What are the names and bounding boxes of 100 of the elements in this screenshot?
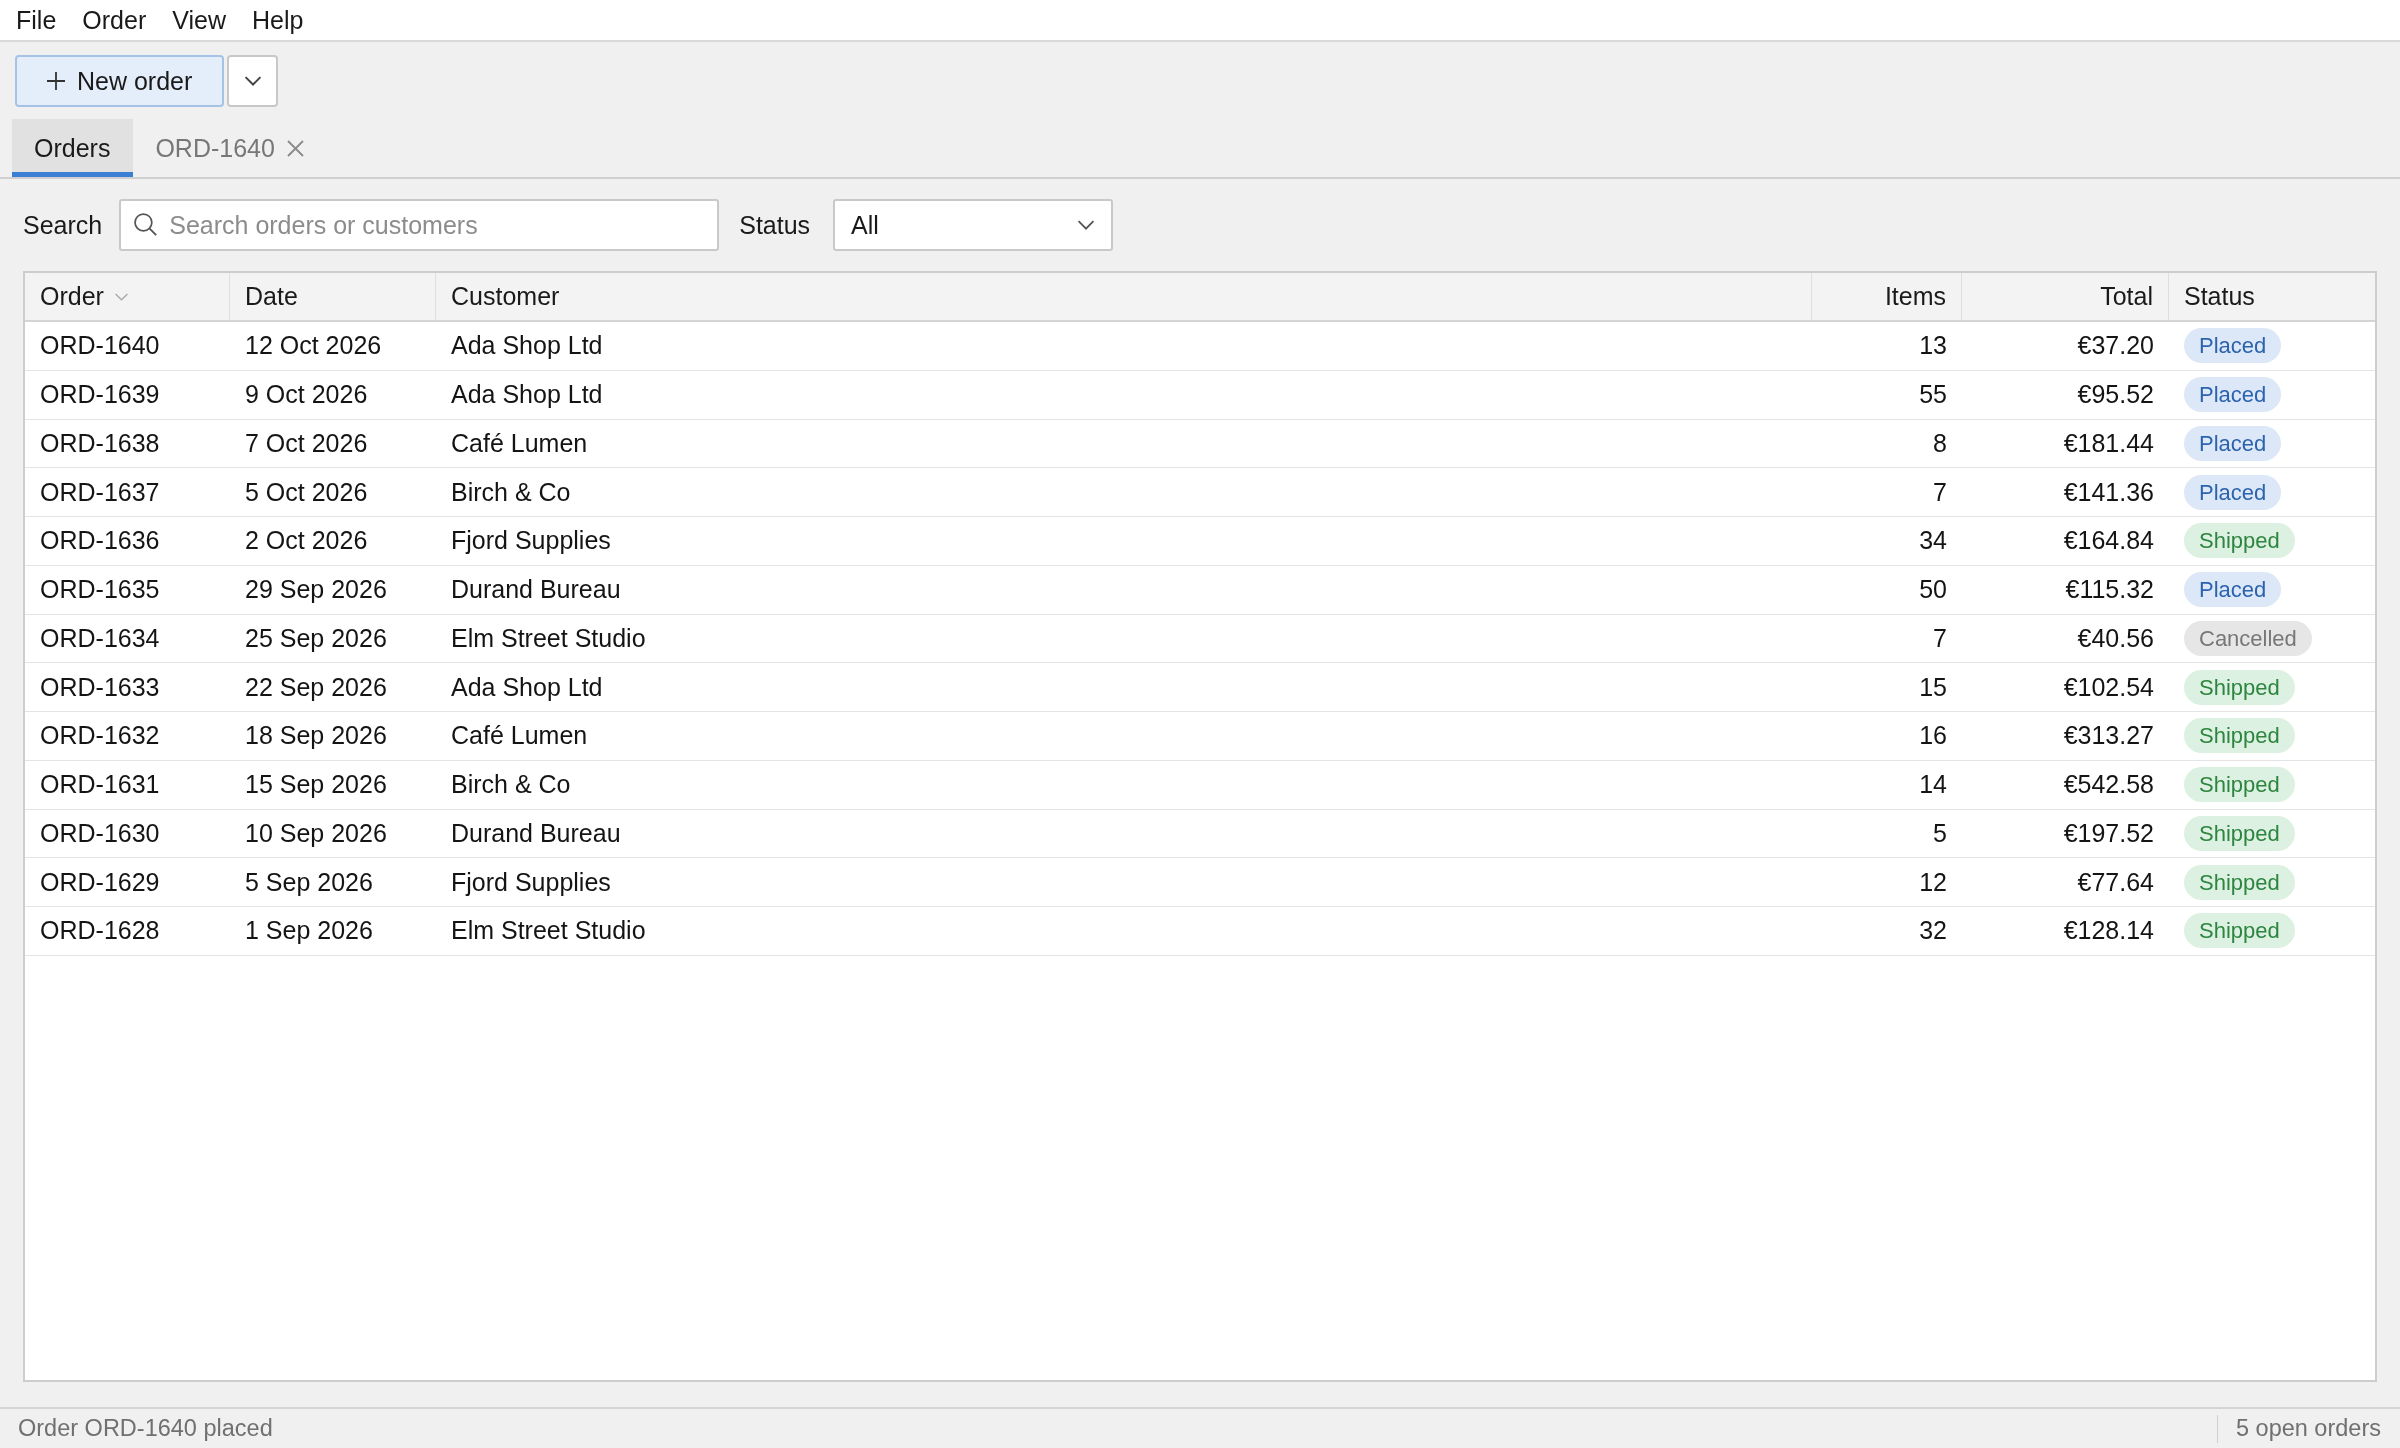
table-cell-text: ORD-1629 bbox=[39, 866, 161, 898]
open-orders-count: 5 open orders bbox=[2235, 1415, 2381, 1442]
column-header[interactable]: Customer bbox=[436, 273, 1812, 320]
table-cell-text: €77.64 bbox=[2076, 866, 2155, 898]
table-cell-text: 15 Sep 2026 bbox=[244, 769, 388, 801]
status-badge: Shipped bbox=[2184, 669, 2295, 705]
plus-icon bbox=[47, 72, 65, 90]
table-cell-text: ORD-1633 bbox=[39, 671, 161, 703]
table-cell-text: ORD-1630 bbox=[39, 817, 161, 849]
status-badge: Shipped bbox=[2184, 523, 2295, 559]
table-cell-text: €95.52 bbox=[2076, 379, 2155, 411]
table-cell-text: 16 bbox=[1918, 720, 1948, 752]
table-cell-text: €141.36 bbox=[2062, 476, 2155, 508]
table-cell-text: ORD-1632 bbox=[39, 720, 161, 752]
table-cell-text: €102.54 bbox=[2062, 671, 2155, 703]
menu-item[interactable]: Help bbox=[238, 3, 317, 37]
column-header[interactable]: Status bbox=[2169, 273, 2375, 320]
table-cell-text: ORD-1628 bbox=[39, 915, 161, 947]
table-cell-text: 2 Oct 2026 bbox=[244, 525, 369, 557]
table-cell-text: Durand Bureau bbox=[450, 574, 622, 606]
table-cell-text: Fjord Supplies bbox=[450, 866, 612, 898]
table-cell-text: €313.27 bbox=[2062, 720, 2155, 752]
table-cell-text: €181.44 bbox=[2062, 427, 2155, 459]
status-badge: Placed bbox=[2184, 377, 2282, 413]
table-cell-text: 7 bbox=[1932, 476, 1948, 508]
chevron-down-icon bbox=[243, 76, 262, 86]
table-cell-text: €40.56 bbox=[2076, 622, 2155, 654]
menu-item[interactable]: View bbox=[159, 3, 239, 37]
table-cell-text: Fjord Supplies bbox=[450, 525, 612, 557]
table-cell-text: 12 bbox=[1918, 866, 1948, 898]
table-cell-text: 29 Sep 2026 bbox=[244, 574, 388, 606]
status-badge: Placed bbox=[2184, 425, 2282, 461]
table-cell-text: Ada Shop Ltd bbox=[450, 671, 604, 703]
table-cell-text: 50 bbox=[1918, 574, 1948, 606]
tab[interactable]: Orders bbox=[12, 119, 134, 177]
table-cell-text: €37.20 bbox=[2076, 330, 2155, 362]
table-cell-text: Elm Street Studio bbox=[450, 915, 647, 947]
table-cell-text: Café Lumen bbox=[450, 720, 589, 752]
search-field[interactable]: Search orders or customers bbox=[119, 199, 720, 251]
table-cell-text: ORD-1640 bbox=[39, 330, 161, 362]
dropdown-button[interactable] bbox=[227, 55, 279, 107]
table-cell-text: 10 Sep 2026 bbox=[244, 817, 388, 849]
table-cell-text: Birch & Co bbox=[450, 769, 572, 801]
column-header[interactable]: Total bbox=[1962, 273, 2169, 320]
table-cell-text: 25 Sep 2026 bbox=[244, 622, 388, 654]
table-cell-text: ORD-1639 bbox=[39, 379, 161, 411]
table-cell-text: 15 bbox=[1918, 671, 1948, 703]
menu-item[interactable]: Order bbox=[69, 3, 160, 37]
table-cell-text: Durand Bureau bbox=[450, 817, 622, 849]
table-cell-text: 32 bbox=[1918, 915, 1948, 947]
table-cell-text: ORD-1636 bbox=[39, 525, 161, 557]
table-cell-text: ORD-1634 bbox=[39, 622, 161, 654]
table-cell-text: ORD-1631 bbox=[39, 769, 161, 801]
table-cell-text: Birch & Co bbox=[450, 476, 572, 508]
table-cell-text: ORD-1638 bbox=[39, 427, 161, 459]
table-cell-text: 5 Sep 2026 bbox=[244, 866, 374, 898]
table-cell-text: €115.32 bbox=[2064, 574, 2155, 606]
table-cell-text: €128.14 bbox=[2062, 915, 2155, 947]
search-icon bbox=[134, 213, 158, 236]
table-cell-text: 18 Sep 2026 bbox=[244, 720, 388, 752]
close-icon[interactable] bbox=[286, 139, 304, 157]
table-cell-text: €542.58 bbox=[2062, 769, 2155, 801]
table-cell-text: 5 bbox=[1932, 817, 1948, 849]
table-cell-text: ORD-1635 bbox=[39, 574, 161, 606]
table-cell-text: Ada Shop Ltd bbox=[450, 330, 604, 362]
status-label: Status bbox=[739, 210, 811, 240]
status-badge: Placed bbox=[2184, 572, 2282, 608]
table-cell-text: 5 Oct 2026 bbox=[244, 476, 369, 508]
status-badge: Shipped bbox=[2184, 864, 2295, 900]
menu-item[interactable]: File bbox=[3, 3, 70, 37]
table-cell-text: 8 bbox=[1932, 427, 1948, 459]
status-badge: Shipped bbox=[2184, 718, 2295, 754]
search-label: Search bbox=[23, 210, 103, 240]
new-order-button[interactable]: New order bbox=[15, 55, 225, 107]
status-badge: Shipped bbox=[2184, 913, 2295, 949]
table-cell-text: 7 bbox=[1932, 622, 1948, 654]
column-header[interactable]: Items bbox=[1812, 273, 1962, 320]
table-cell-text: Elm Street Studio bbox=[450, 622, 647, 654]
table-cell-text: 9 Oct 2026 bbox=[244, 379, 369, 411]
table-cell-text: €197.52 bbox=[2062, 817, 2155, 849]
table-cell-text: Ada Shop Ltd bbox=[450, 379, 604, 411]
status-badge: Placed bbox=[2184, 328, 2282, 364]
tab[interactable]: ORD-1640 bbox=[133, 119, 327, 177]
status-badge: Placed bbox=[2184, 474, 2282, 510]
table-cell-text: 22 Sep 2026 bbox=[244, 671, 388, 703]
table-cell-text: 14 bbox=[1918, 769, 1948, 801]
status-badge: Shipped bbox=[2184, 767, 2295, 803]
table-cell-text: 34 bbox=[1918, 525, 1948, 557]
status-select[interactable]: All bbox=[833, 199, 1114, 251]
column-header[interactable]: Order bbox=[25, 273, 230, 320]
table-cell-text: Café Lumen bbox=[450, 427, 589, 459]
table-cell-text: ORD-1637 bbox=[39, 476, 161, 508]
chevron-down-icon bbox=[1077, 220, 1096, 230]
status-message: Order ORD-1640 placed bbox=[18, 1415, 274, 1442]
table-cell-text: €164.84 bbox=[2062, 525, 2155, 557]
status-badge: Cancelled bbox=[2184, 620, 2312, 656]
table-cell-text: 55 bbox=[1918, 379, 1948, 411]
column-header[interactable]: Date bbox=[230, 273, 436, 320]
status-badge: Shipped bbox=[2184, 815, 2295, 851]
table-cell-text: 7 Oct 2026 bbox=[244, 427, 369, 459]
